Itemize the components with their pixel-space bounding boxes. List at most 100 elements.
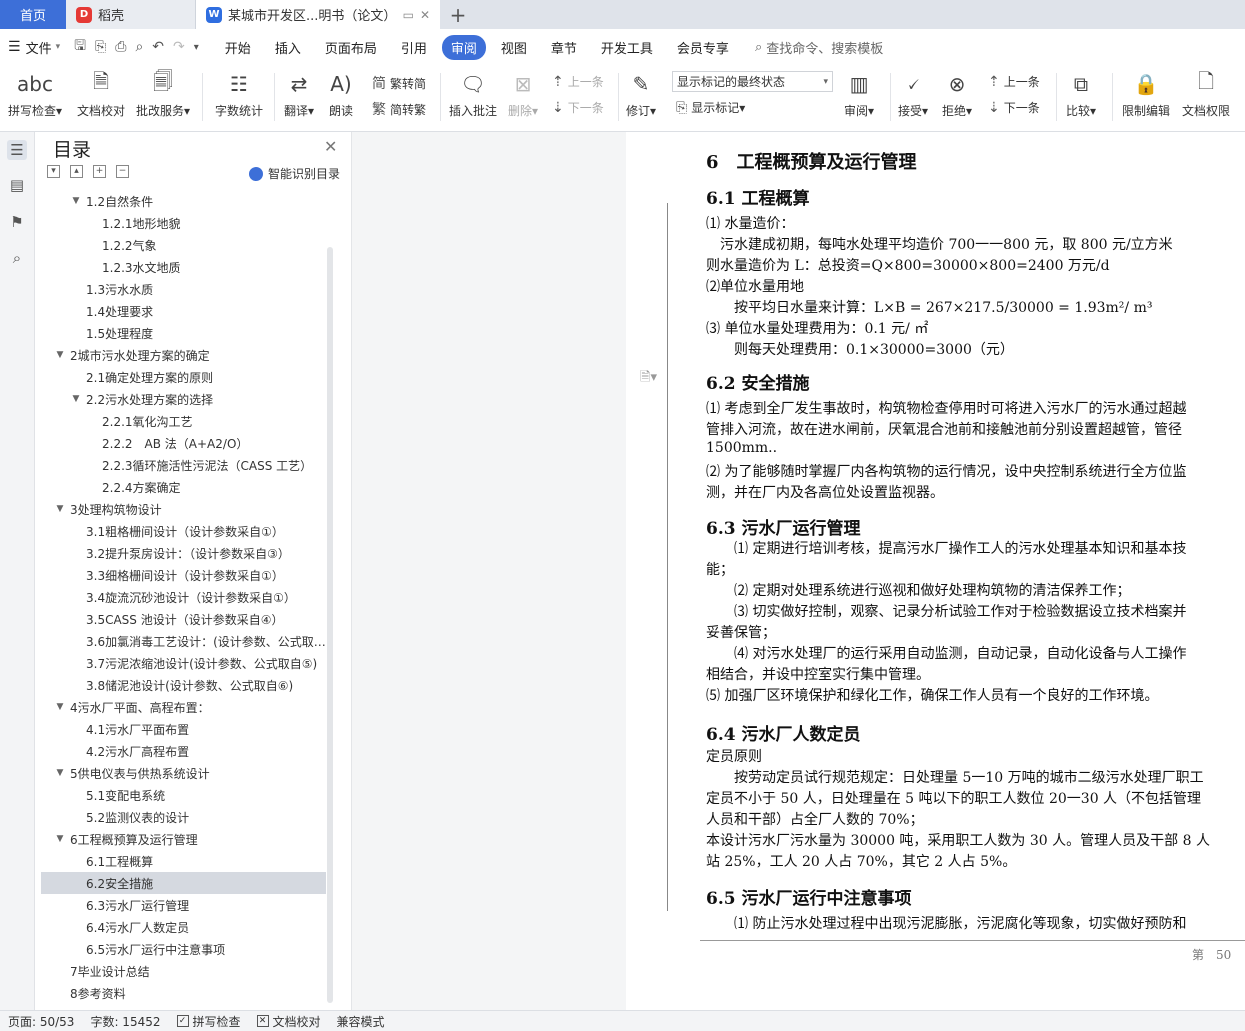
- comment-marker-icon[interactable]: 🗎▾: [640, 368, 657, 390]
- toc-item[interactable]: 1.3污水水质: [41, 278, 326, 300]
- menu-insert[interactable]: 插入: [266, 35, 310, 60]
- add-heading-icon[interactable]: +: [93, 165, 106, 178]
- toc-item[interactable]: 1.2.1地形地貌: [41, 212, 326, 234]
- prev-revision-button[interactable]: ⇡ 上一条: [988, 73, 1040, 90]
- toc-item[interactable]: 3.5CASS 池设计（设计参数采自④）: [41, 608, 326, 630]
- chevron-down-icon[interactable]: ▼: [70, 394, 82, 404]
- tab-daoke[interactable]: D 稻壳: [66, 0, 196, 29]
- toc-item[interactable]: 2.2.3循环施活性污泥法（CASS 工艺）: [41, 454, 326, 476]
- menu-start[interactable]: 开始: [216, 35, 260, 60]
- toc-panel-icon[interactable]: ☰: [7, 140, 27, 160]
- new-tab-button[interactable]: +: [440, 0, 476, 29]
- menu-review[interactable]: 审阅: [441, 34, 486, 60]
- file-menu[interactable]: ☰ 文件 ▾: [0, 38, 68, 57]
- menu-view[interactable]: 视图: [492, 35, 536, 60]
- menu-member[interactable]: 会员专享: [668, 35, 738, 60]
- expand-all-icon[interactable]: ▾: [47, 165, 60, 178]
- toc-item[interactable]: 6.1工程概算: [41, 850, 326, 872]
- restrict-edit-button[interactable]: 🔒 限制编辑: [1122, 71, 1170, 119]
- toc-item[interactable]: 5.1变配电系统: [41, 784, 326, 806]
- toc-item[interactable]: 1.2.3水文地质: [41, 256, 326, 278]
- more-icon[interactable]: ▾: [194, 42, 199, 53]
- toc-item[interactable]: 3.6加氯消毒工艺设计：(设计参数、公式取自⑦): [41, 630, 326, 652]
- redo-icon[interactable]: ↷: [173, 39, 185, 55]
- print-icon[interactable]: ⎙: [115, 39, 126, 55]
- search-icon[interactable]: ⌕: [7, 248, 27, 268]
- command-search[interactable]: ⌕ 查找命令、搜索模板: [755, 38, 883, 57]
- word-count-button[interactable]: ☷ 字数统计: [215, 71, 263, 119]
- review-pane-button[interactable]: ▥ 审阅▾: [844, 71, 874, 119]
- toc-item[interactable]: 2.1确定处理方案的原则: [41, 366, 326, 388]
- toc-item[interactable]: ▼ 2城市污水处理方案的确定: [41, 344, 326, 366]
- close-tab-icon[interactable]: ✕: [420, 8, 430, 22]
- toc-item[interactable]: 6.4污水厂人数定员: [41, 916, 326, 938]
- word-count-status[interactable]: 字数: 15452: [82, 1013, 168, 1030]
- toc-item[interactable]: ▼ 5供电仪表与供热系统设计: [41, 762, 326, 784]
- toc-item[interactable]: 3.7污泥浓缩池设计(设计参数、公式取自⑤): [41, 652, 326, 674]
- spell-check-toggle[interactable]: ✓ 拼写检查: [169, 1013, 249, 1030]
- collapse-all-icon[interactable]: ▴: [70, 165, 83, 178]
- menu-dev-tools[interactable]: 开发工具: [592, 35, 662, 60]
- chevron-down-icon[interactable]: ▼: [54, 350, 66, 360]
- menu-page-layout[interactable]: 页面布局: [316, 35, 386, 60]
- save-icon[interactable]: 🖫: [74, 35, 86, 59]
- doc-rights-button[interactable]: 🗋 文档权限: [1182, 69, 1230, 119]
- chapter-nav-icon[interactable]: ▤: [7, 175, 27, 195]
- menu-chapter[interactable]: 章节: [542, 35, 586, 60]
- accept-button[interactable]: 🗸 接受▾: [898, 71, 928, 119]
- toc-scrollbar[interactable]: [327, 247, 333, 1003]
- toc-item[interactable]: 5.2监测仪表的设计: [41, 806, 326, 828]
- toc-item[interactable]: 3.1粗格栅间设计（设计参数采自①）: [41, 520, 326, 542]
- translate-button[interactable]: ⇄ 翻译▾: [284, 71, 314, 119]
- toc-item[interactable]: 6.5污水厂运行中注意事项: [41, 938, 326, 960]
- toc-item[interactable]: 2.2.2 AB 法（A+A2/O）: [41, 432, 326, 454]
- toc-item[interactable]: 6.3污水厂运行管理: [41, 894, 326, 916]
- float-window-icon[interactable]: ▭: [403, 8, 414, 22]
- page-indicator[interactable]: 页面: 50/53: [0, 1013, 82, 1030]
- toc-item[interactable]: 2.2.1氧化沟工艺: [41, 410, 326, 432]
- tab-home[interactable]: 首页: [0, 0, 66, 29]
- toc-item[interactable]: ▼ 1.2自然条件: [41, 190, 326, 212]
- chevron-down-icon[interactable]: ▼: [54, 768, 66, 778]
- undo-icon[interactable]: ↶: [152, 39, 164, 55]
- toc-item[interactable]: 1.4处理要求: [41, 300, 326, 322]
- toc-item[interactable]: 8参考资料: [41, 982, 326, 1004]
- chevron-down-icon[interactable]: ▼: [54, 702, 66, 712]
- tab-document[interactable]: W 某城市开发区...明书（论文） ▭ ✕: [196, 0, 440, 29]
- insert-comment-button[interactable]: 🗨 插入批注: [449, 71, 497, 119]
- simp-to-trad-button[interactable]: 繁 简转繁: [372, 99, 426, 119]
- remove-heading-icon[interactable]: −: [116, 165, 129, 178]
- show-markup-button[interactable]: ⎘ 显示标记▾: [676, 99, 745, 116]
- reject-button[interactable]: ⊗ 拒绝▾: [942, 71, 972, 119]
- toc-item[interactable]: 3.8储泥池设计(设计参数、公式取自⑥): [41, 674, 326, 696]
- toc-item[interactable]: ▼ 3处理构筑物设计: [41, 498, 326, 520]
- chevron-down-icon[interactable]: ▼: [54, 834, 66, 844]
- markup-state-select[interactable]: 显示标记的最终状态 ▾: [672, 71, 833, 92]
- toc-item[interactable]: 1.2.2气象: [41, 234, 326, 256]
- bookmark-icon[interactable]: ⚑: [7, 212, 27, 232]
- toc-item[interactable]: 2.2.4方案确定: [41, 476, 326, 498]
- trad-to-simp-button[interactable]: 简 繁转简: [372, 73, 426, 93]
- toc-item[interactable]: ▼ 4污水厂平面、高程布置：: [41, 696, 326, 718]
- toc-item[interactable]: 3.3细格栅间设计（设计参数采自①）: [41, 564, 326, 586]
- toc-item[interactable]: 6.2安全措施: [41, 872, 326, 894]
- doc-proof-toggle[interactable]: ✕ 文档校对: [249, 1013, 329, 1030]
- smart-toc-button[interactable]: 智能识别目录: [249, 165, 340, 182]
- close-icon[interactable]: ✕: [324, 137, 337, 156]
- revise-button[interactable]: ✎ 修订▾: [626, 71, 656, 119]
- print-preview-icon[interactable]: ⌕: [135, 39, 143, 55]
- prev-comment-button[interactable]: ⇡ 上一条: [552, 73, 604, 90]
- chevron-down-icon[interactable]: ▼: [54, 504, 66, 514]
- menu-reference[interactable]: 引用: [392, 35, 436, 60]
- toc-item[interactable]: 4.1污水厂平面布置: [41, 718, 326, 740]
- read-aloud-button[interactable]: A) 朗读: [328, 71, 354, 119]
- doc-proof-button[interactable]: 🗎 文档校对: [77, 69, 125, 119]
- spell-check-button[interactable]: abc 拼写检查▾: [8, 71, 62, 119]
- chevron-down-icon[interactable]: ▼: [70, 196, 82, 206]
- toc-item[interactable]: 4.2污水厂高程布置: [41, 740, 326, 762]
- delete-comment-button[interactable]: ⊠ 删除▾: [508, 71, 538, 119]
- toc-item[interactable]: ▼ 2.2污水处理方案的选择: [41, 388, 326, 410]
- next-revision-button[interactable]: ⇣ 下一条: [988, 99, 1040, 116]
- toc-item[interactable]: 3.4旋流沉砂池设计（设计参数采自①）: [41, 586, 326, 608]
- toc-item[interactable]: ▼ 6工程概预算及运行管理: [41, 828, 326, 850]
